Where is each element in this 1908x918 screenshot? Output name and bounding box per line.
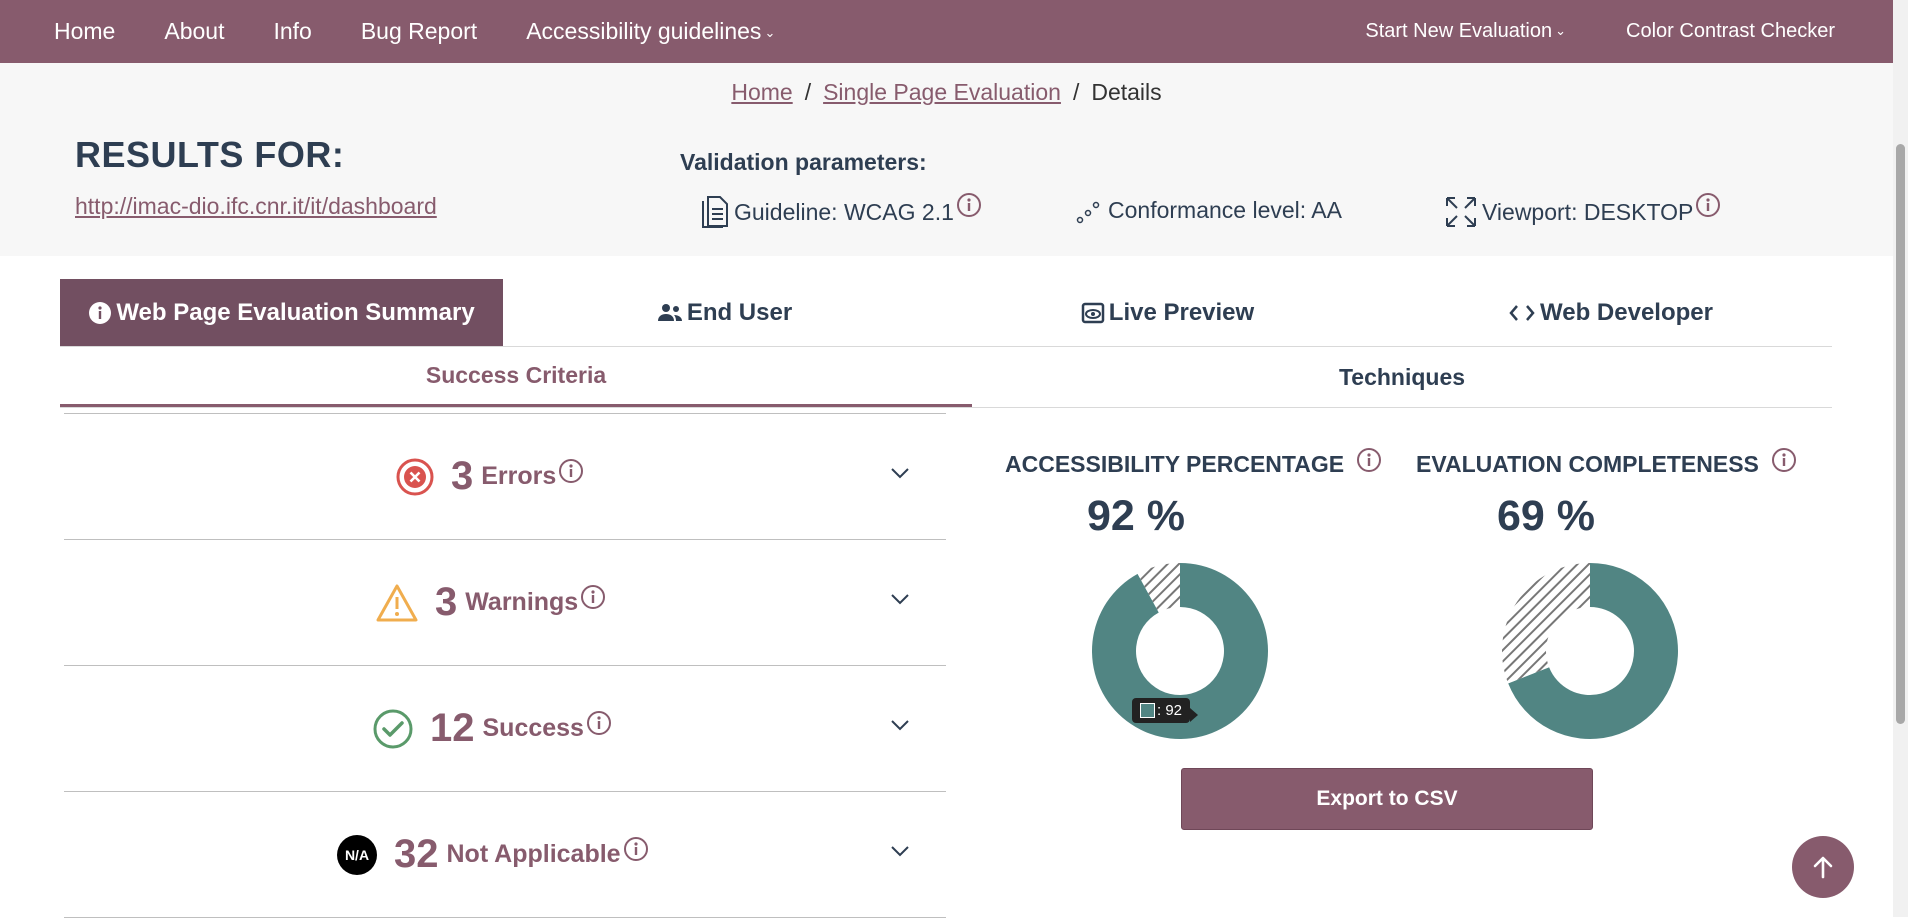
evaluation-completeness-value: 69 %	[1497, 492, 1596, 540]
scrollbar-thumb[interactable]	[1896, 144, 1905, 724]
tooltip-text: : 92	[1157, 702, 1183, 719]
info-icon[interactable]	[1356, 447, 1382, 473]
na-badge-icon: N/A	[336, 834, 378, 876]
tab-end-user[interactable]: End User	[503, 279, 946, 346]
chart-tooltip: : 92	[1132, 698, 1199, 723]
code-icon	[1509, 304, 1535, 321]
accessibility-percentage-title: ACCESSIBILITY PERCENTAGE	[1005, 448, 1382, 478]
nav-color-contrast-checker-link[interactable]: Color Contrast Checker	[1626, 20, 1835, 43]
info-icon[interactable]	[580, 584, 606, 610]
expand-icon	[1446, 197, 1476, 227]
chevron-down-icon: ⌄	[1555, 23, 1567, 38]
main-tabs: Web Page Evaluation Summary End User Liv…	[60, 279, 1832, 347]
accessibility-percentage-value: 92 %	[1087, 492, 1186, 540]
page-scrollbar[interactable]	[1893, 0, 1908, 917]
accordion-item-not-applicable[interactable]: N/A 32 Not Applicable	[64, 792, 946, 918]
info-icon[interactable]	[1695, 192, 1721, 218]
chevron-down-icon[interactable]	[890, 466, 910, 480]
sub-tabs: Success Criteria Techniques	[60, 347, 1832, 408]
tab-web-page-evaluation-summary[interactable]: Web Page Evaluation Summary	[60, 279, 503, 346]
tab-web-developer[interactable]: Web Developer	[1389, 279, 1832, 346]
criteria-accordion: 3 Errors 3 Warnings 12 Success N/A 32 No…	[64, 413, 946, 918]
info-circle-icon	[89, 301, 112, 324]
viewport-parameter: Viewport: DESKTOP	[1444, 192, 1725, 229]
export-csv-button[interactable]: Export to CSV	[1181, 768, 1593, 830]
breadcrumb-separator: /	[1072, 79, 1080, 105]
evaluation-completeness-title: EVALUATION COMPLETENESS	[1416, 448, 1797, 478]
breadcrumb-home-link[interactable]: Home	[731, 79, 792, 105]
tab-live-preview[interactable]: Live Preview	[946, 279, 1389, 346]
top-navbar: Home About Info Bug Report Accessibility…	[0, 0, 1908, 64]
completeness-donut-chart	[1502, 563, 1678, 739]
breadcrumb-single-page-evaluation-link[interactable]: Single Page Evaluation	[823, 79, 1061, 105]
nav-accessibility-guidelines-label: Accessibility guidelines	[526, 18, 762, 44]
warnings-label: Warnings	[465, 588, 579, 616]
errors-count: 3	[451, 454, 474, 498]
tab-label: Web Developer	[1540, 298, 1713, 326]
tab-label: Live Preview	[1108, 298, 1255, 326]
na-badge-text: N/A	[345, 847, 369, 863]
nav-bug-report-link[interactable]: Bug Report	[361, 18, 477, 45]
warning-triangle-icon	[375, 583, 419, 623]
guideline-text: Guideline: WCAG 2.1	[734, 198, 954, 225]
results-title: RESULTS FOR:	[75, 134, 345, 175]
users-icon	[657, 303, 682, 321]
donut-segment-remainder[interactable]	[1502, 563, 1590, 684]
validation-parameters-title: Validation parameters:	[680, 149, 927, 175]
info-icon[interactable]	[586, 710, 612, 736]
warnings-count: 3	[435, 580, 458, 624]
check-circle-icon	[372, 708, 414, 750]
scroll-to-top-button[interactable]	[1792, 836, 1854, 898]
chevron-down-icon: ⌄	[764, 25, 776, 40]
guideline-parameter: Guideline: WCAG 2.1	[700, 192, 986, 229]
steps-icon	[1076, 201, 1100, 224]
info-icon[interactable]	[1771, 447, 1797, 473]
conformance-text: Conformance level: AA	[1108, 196, 1342, 223]
nav-info-link[interactable]: Info	[273, 18, 311, 45]
error-x-icon	[395, 457, 435, 497]
chevron-down-icon[interactable]	[890, 592, 910, 606]
tab-techniques[interactable]: Techniques	[972, 347, 1832, 407]
info-icon[interactable]	[956, 192, 982, 218]
arrow-up-icon	[1813, 856, 1833, 879]
document-icon	[702, 196, 728, 228]
info-icon[interactable]	[623, 836, 649, 862]
nav-start-new-evaluation-label: Start New Evaluation	[1365, 20, 1553, 42]
chevron-down-icon[interactable]	[890, 718, 910, 732]
nav-about-link[interactable]: About	[164, 18, 224, 45]
success-count: 12	[430, 706, 475, 750]
eye-preview-icon	[1081, 302, 1105, 323]
tab-label: Web Page Evaluation Summary	[116, 298, 475, 326]
info-icon[interactable]	[558, 458, 584, 484]
tooltip-color-swatch	[1140, 703, 1155, 718]
accordion-item-success[interactable]: 12 Success	[64, 666, 946, 792]
results-url-link[interactable]: http://imac-dio.ifc.cnr.it/it/dashboard	[75, 193, 437, 220]
viewport-text: Viewport: DESKTOP	[1482, 198, 1694, 225]
not-applicable-label: Not Applicable	[446, 840, 621, 868]
tab-label: End User	[686, 298, 793, 326]
tab-success-criteria[interactable]: Success Criteria	[60, 347, 972, 407]
breadcrumb: Home / Single Page Evaluation / Details	[0, 79, 1893, 106]
conformance-parameter: Conformance level: AA	[1074, 195, 1342, 225]
accessibility-percentage-label: ACCESSIBILITY PERCENTAGE	[1005, 451, 1345, 477]
nav-start-new-evaluation-dropdown[interactable]: Start New Evaluation ⌄	[1365, 20, 1566, 43]
nav-home-link[interactable]: Home	[54, 18, 115, 45]
errors-label: Errors	[481, 462, 557, 490]
accordion-item-warnings[interactable]: 3 Warnings	[64, 540, 946, 666]
breadcrumb-separator: /	[804, 79, 812, 105]
success-label: Success	[482, 714, 584, 742]
nav-accessibility-guidelines-dropdown[interactable]: Accessibility guidelines ⌄	[526, 18, 775, 45]
breadcrumb-current: Details	[1091, 79, 1162, 105]
evaluation-completeness-label: EVALUATION COMPLETENESS	[1416, 451, 1759, 477]
chevron-down-icon[interactable]	[890, 844, 910, 858]
not-applicable-count: 32	[394, 832, 439, 876]
accordion-item-errors[interactable]: 3 Errors	[64, 414, 946, 540]
